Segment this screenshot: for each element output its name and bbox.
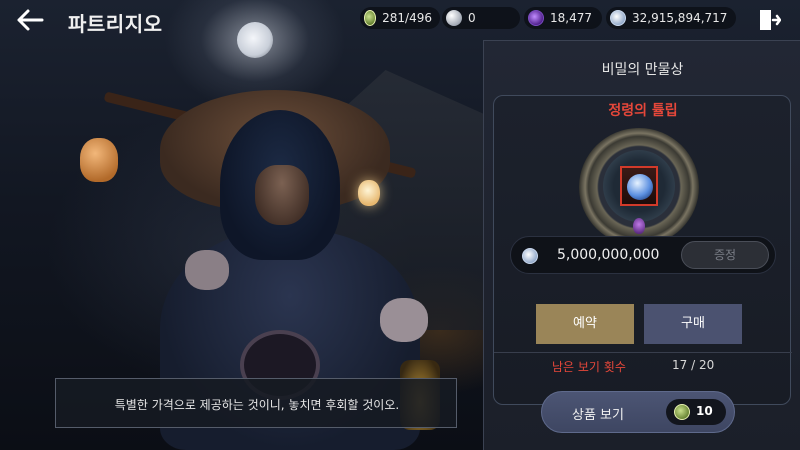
currency-orb[interactable]: 18,477: [524, 7, 602, 29]
item-slot[interactable]: [620, 166, 658, 206]
small-lantern: [358, 180, 380, 206]
arrow-left-icon: [17, 9, 44, 31]
dialogue-text: 특별한 가격으로 제공하는 것이니, 놓치면 후회할 것이오.: [114, 398, 400, 412]
merchant-dialogue-box[interactable]: 특별한 가격으로 제공하는 것이니, 놓치면 후회할 것이오.: [55, 378, 457, 428]
back-button[interactable]: [12, 8, 48, 36]
buy-button[interactable]: 구매: [644, 304, 742, 344]
currency-value: 0: [468, 11, 476, 25]
silver-icon: [522, 248, 538, 264]
view-cost-pill: 10: [666, 399, 726, 425]
currency-value: 18,477: [550, 11, 592, 25]
item-name: 정령의 튤립: [608, 103, 678, 119]
currency-stamina[interactable]: 281/496: [360, 7, 440, 29]
gift-button[interactable]: 증정: [681, 241, 769, 269]
stamina-icon: [674, 404, 690, 420]
purple-orb-icon: [528, 10, 544, 26]
pearl-icon: [446, 10, 462, 26]
currency-pearl[interactable]: 0: [442, 7, 520, 29]
currency-silver[interactable]: 32,915,894,717: [606, 7, 736, 29]
price-bar: 5,000,000,000 증정: [510, 236, 776, 274]
remaining-views-value: 17 / 20: [672, 358, 715, 372]
merchant-right-hand: [380, 298, 428, 342]
silver-icon: [610, 10, 626, 26]
page-title: 파트리지오: [68, 12, 163, 36]
exit-button[interactable]: [757, 8, 782, 32]
item-card: 정령의 튤립 5,000,000,000 증정 예약 구매 남은 보기 횟수 1…: [493, 95, 792, 405]
exit-door-icon: [760, 10, 782, 30]
merchant-left-hand: [185, 250, 229, 290]
moon: [237, 22, 273, 58]
currency-value: 32,915,894,717: [632, 11, 728, 25]
item-price: 5,000,000,000: [557, 247, 660, 263]
remaining-views-label: 남은 보기 횟수: [552, 360, 626, 374]
view-goods-button[interactable]: 상품 보기 10: [541, 391, 735, 433]
secret-shop-panel: 비밀의 만물상 정령의 튤립 5,000,000,000 증정 예약 구매 남은…: [483, 40, 800, 450]
item-frame-ring: [579, 128, 699, 246]
hanging-jug: [80, 138, 118, 182]
blue-tulip-icon: [627, 174, 653, 200]
divider: [494, 352, 792, 353]
view-cost-value: 10: [696, 404, 713, 418]
panel-title: 비밀의 만물상: [601, 62, 684, 78]
stamina-icon: [364, 10, 377, 26]
purple-gem-ornament: [633, 218, 645, 234]
reserve-button[interactable]: 예약: [536, 304, 634, 344]
currency-value: 281/496: [382, 11, 432, 25]
view-goods-label: 상품 보기: [572, 408, 624, 423]
merchant-face: [255, 165, 309, 225]
